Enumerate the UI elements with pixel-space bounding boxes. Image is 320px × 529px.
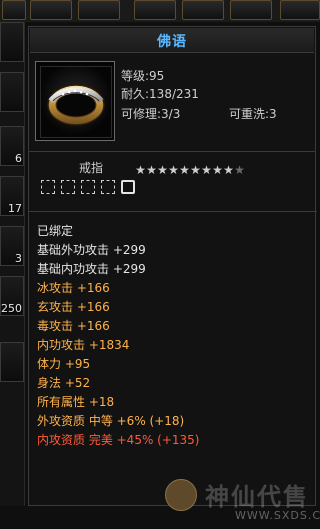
bound-status: 已绑定 — [37, 224, 74, 238]
star-icon: ★ — [223, 163, 234, 177]
star-icon: ★ — [168, 163, 179, 177]
tooltip-title-bar: 佛语 — [30, 28, 314, 53]
attribute-line: 基础内功攻击 +299 — [37, 262, 146, 276]
quickbar-count: 3 — [15, 252, 22, 265]
attribute-line: 内攻资质 完美 +45% (+135) — [37, 433, 200, 447]
star-icon: ★ — [179, 163, 190, 177]
socket-row — [41, 179, 141, 195]
quickbar-slot[interactable] — [0, 72, 24, 112]
attribute-line: 玄攻击 +166 — [37, 300, 110, 314]
socket-slot-icon — [41, 180, 55, 194]
attribute-line: 身法 +52 — [37, 376, 91, 390]
hotbar-slot-7[interactable] — [280, 0, 320, 20]
item-tooltip: 佛语 等级:95 耐久:138/231 可修理:3/3 可重洗:3 戒指 ★★★… — [28, 26, 320, 522]
star-icon: ★ — [201, 163, 212, 177]
star-icon: ★ — [212, 163, 223, 177]
item-stats: 已绑定 基础外功攻击 +299 基础内功攻击 +299 冰攻击 +166 玄攻击 +1… — [29, 211, 317, 508]
socket-slot-icon — [121, 180, 135, 194]
watermark-logo-icon — [165, 479, 197, 511]
watermark-url: WWW.SXDS.COM — [235, 509, 320, 522]
item-title: 佛语 — [157, 34, 187, 50]
quickbar-slot[interactable]: 6 — [0, 126, 24, 166]
quickbar-slot[interactable]: 3 — [0, 226, 24, 266]
attribute-line: 冰攻击 +166 — [37, 281, 110, 295]
top-hotbar — [0, 0, 320, 22]
quickbar-slot[interactable]: 17 — [0, 176, 24, 216]
quickbar-count: 6 — [15, 152, 22, 165]
socket-slot-icon — [81, 180, 95, 194]
star-icon: ★ — [190, 163, 201, 177]
quickbar-slot[interactable] — [0, 342, 24, 382]
hotbar-slot-4[interactable] — [134, 0, 176, 20]
left-quickbar: 6 17 3 250 — [0, 22, 25, 506]
item-rewashable: 可重洗:3 — [229, 107, 277, 121]
item-level: 等级:95 — [121, 69, 165, 83]
attribute-line: 所有属性 +18 — [37, 395, 115, 409]
watermark-text: 神仙代售 — [205, 482, 309, 511]
star-icon: ★ — [234, 163, 245, 177]
attribute-line: 体力 +95 — [37, 357, 91, 371]
watermark: 神仙代售 WWW.SXDS.COM — [165, 473, 320, 529]
attribute-line: 外攻资质 中等 +6% (+18) — [37, 414, 185, 428]
attribute-line: 内功攻击 +1834 — [37, 338, 130, 352]
ring-illustration — [47, 84, 105, 126]
hotbar-slot-5[interactable] — [182, 0, 224, 20]
hotbar-slot-1[interactable] — [2, 0, 26, 20]
quickbar-slot[interactable]: 250 — [0, 276, 24, 316]
item-durability: 耐久:138/231 — [121, 87, 199, 101]
star-icon: ★ — [157, 163, 168, 177]
attribute-line: 毒攻击 +166 — [37, 319, 110, 333]
socket-slot-icon — [61, 180, 75, 194]
hotbar-slot-6[interactable] — [230, 0, 272, 20]
divider-top — [29, 151, 315, 152]
star-rating: ★★★★★★★★★★ — [135, 159, 245, 177]
socket-slot-icon — [101, 180, 115, 194]
hotbar-slot-2[interactable] — [30, 0, 72, 20]
ring-icon — [40, 66, 112, 138]
item-icon-frame — [35, 61, 115, 141]
attribute-line: 基础外功攻击 +299 — [37, 243, 146, 257]
hotbar-slot-3[interactable] — [78, 0, 120, 20]
star-icon: ★ — [146, 163, 157, 177]
item-repairable: 可修理:3/3 — [121, 107, 181, 121]
star-icon: ★ — [135, 163, 146, 177]
quickbar-count: 17 — [8, 202, 22, 215]
item-type-name: 戒指 — [79, 161, 104, 175]
quickbar-slot[interactable] — [0, 22, 24, 62]
quickbar-count: 250 — [1, 302, 22, 315]
